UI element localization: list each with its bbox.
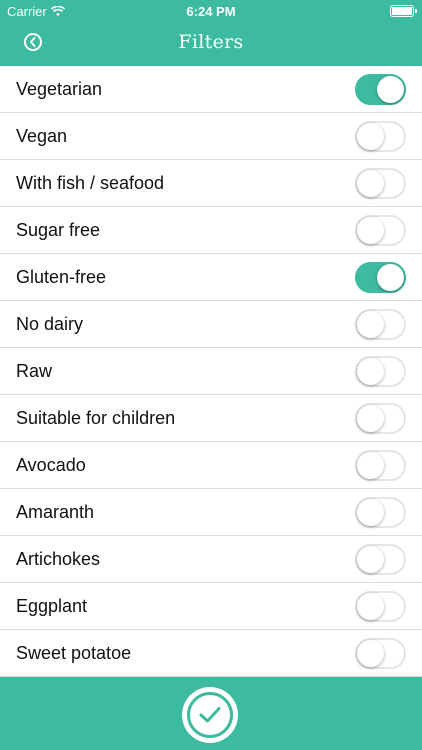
filter-label: Sugar free [16,220,101,240]
toggle-knob [357,311,384,338]
toggle-knob [377,76,404,103]
toggle-knob [357,499,384,526]
toggle-knob [357,546,384,573]
filter-row: Suitable for children [0,395,422,442]
filter-label: No dairy [16,314,84,334]
filter-toggle[interactable] [355,638,406,669]
toggle-knob [357,217,384,244]
filter-toggle[interactable] [355,74,406,105]
filter-label: Vegetarian [16,79,103,99]
filter-label: Eggplant [16,596,88,616]
filter-toggle[interactable] [355,168,406,199]
filter-toggle[interactable] [355,309,406,340]
toggle-knob [357,640,384,667]
battery-icon [390,5,417,17]
filter-label: Amaranth [16,502,95,522]
filter-toggle[interactable] [355,262,406,293]
filter-row: Vegetarian [0,66,422,113]
toggle-knob [357,452,384,479]
filter-label: Suitable for children [16,408,176,428]
filter-row: Amaranth [0,489,422,536]
toggle-knob [357,123,384,150]
filter-label: Vegan [16,126,68,146]
filter-label: Gluten-free [16,267,107,287]
footer-bar [0,677,422,750]
filter-row: Sweet potatoe [0,630,422,677]
filter-toggle[interactable] [355,497,406,528]
filter-list: Vegetarian Vegan With fish / seafood Sugar … [0,66,422,677]
header: Carrier 6:24 PM Filters [0,0,422,66]
filter-label: Artichokes [16,549,101,569]
toggle-knob [357,358,384,385]
toggle-knob [357,405,384,432]
filter-label: Avocado [16,455,86,475]
filter-row: Sugar free [0,207,422,254]
nav-bar: Filters [0,22,422,66]
filter-toggle[interactable] [355,544,406,575]
status-time: 6:24 PM [186,4,236,19]
filter-row: With fish / seafood [0,160,422,207]
confirm-button[interactable] [182,687,238,743]
filter-label: Sweet potatoe [16,643,132,663]
page-title: Filters [178,31,244,53]
toggle-knob [377,264,404,291]
filter-row: Raw [0,348,422,395]
filter-row: Vegan [0,113,422,160]
filter-row: No dairy [0,301,422,348]
status-bar: Carrier 6:24 PM [0,0,422,22]
filter-row: Avocado [0,442,422,489]
filter-row: Artichokes [0,536,422,583]
filter-toggle[interactable] [355,121,406,152]
filter-toggle[interactable] [355,591,406,622]
filter-toggle[interactable] [355,215,406,246]
filter-row: Gluten-free [0,254,422,301]
filter-toggle[interactable] [355,356,406,387]
confirm-ring [187,692,233,738]
filter-label: With fish / seafood [16,173,165,193]
toggle-knob [357,170,384,197]
filter-toggle[interactable] [355,403,406,434]
filter-toggle[interactable] [355,450,406,481]
filter-row: Eggplant [0,583,422,630]
filter-label: Raw [16,361,53,381]
checkmark-icon [199,707,221,723]
toggle-knob [357,593,384,620]
